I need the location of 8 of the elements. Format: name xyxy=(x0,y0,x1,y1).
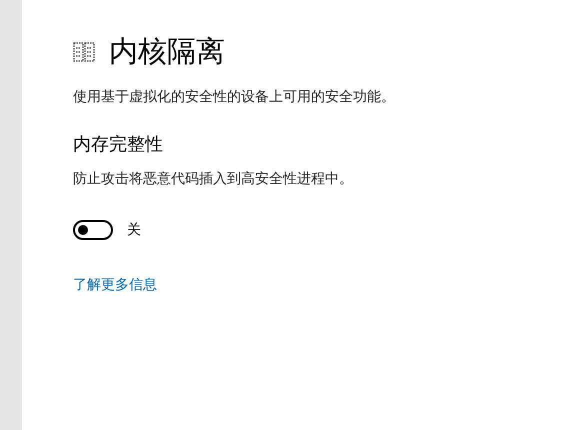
chip-icon xyxy=(73,42,95,62)
learn-more-link[interactable]: 了解更多信息 xyxy=(73,276,157,294)
toggle-switch[interactable] xyxy=(73,220,113,240)
section-title: 内存完整性 xyxy=(73,133,163,156)
page-description: 使用基于虚拟化的安全性的设备上可用的安全功能。 xyxy=(73,88,395,106)
toggle-label: 关 xyxy=(127,221,141,239)
page-title: 内核隔离 xyxy=(109,33,225,70)
section-description: 防止攻击将恶意代码插入到高安全性进程中。 xyxy=(73,170,353,188)
